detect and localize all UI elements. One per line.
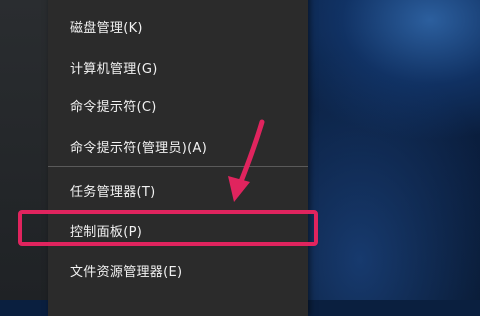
- menu-item-label: 计算机管理(G): [70, 61, 158, 77]
- menu-item-command-prompt[interactable]: 命令提示符(C): [48, 87, 308, 123]
- menu-item-computer-management[interactable]: 计算机管理(G): [48, 49, 308, 85]
- menu-item-label: 命令提示符(管理员)(A): [70, 140, 208, 156]
- desktop-edge: [0, 0, 48, 300]
- menu-item-file-explorer[interactable]: 文件资源管理器(E): [48, 252, 308, 288]
- menu-item-label: 磁盘管理(K): [70, 20, 143, 36]
- menu-item-label: 文件资源管理器(E): [70, 264, 183, 280]
- menu-item-label: 控制面板(P): [70, 224, 143, 240]
- menu-separator: [48, 166, 308, 167]
- menu-item-task-manager[interactable]: 任务管理器(T): [48, 172, 308, 208]
- menu-item-label: 任务管理器(T): [70, 184, 156, 200]
- menu-item-disk-management[interactable]: 磁盘管理(K): [48, 8, 308, 44]
- menu-item-control-panel[interactable]: 控制面板(P): [48, 212, 308, 248]
- menu-item-label: 命令提示符(C): [70, 99, 157, 115]
- winx-context-menu: 磁盘管理(K) 计算机管理(G) 命令提示符(C) 命令提示符(管理员)(A) …: [48, 0, 308, 316]
- menu-item-command-prompt-admin[interactable]: 命令提示符(管理员)(A): [48, 128, 308, 164]
